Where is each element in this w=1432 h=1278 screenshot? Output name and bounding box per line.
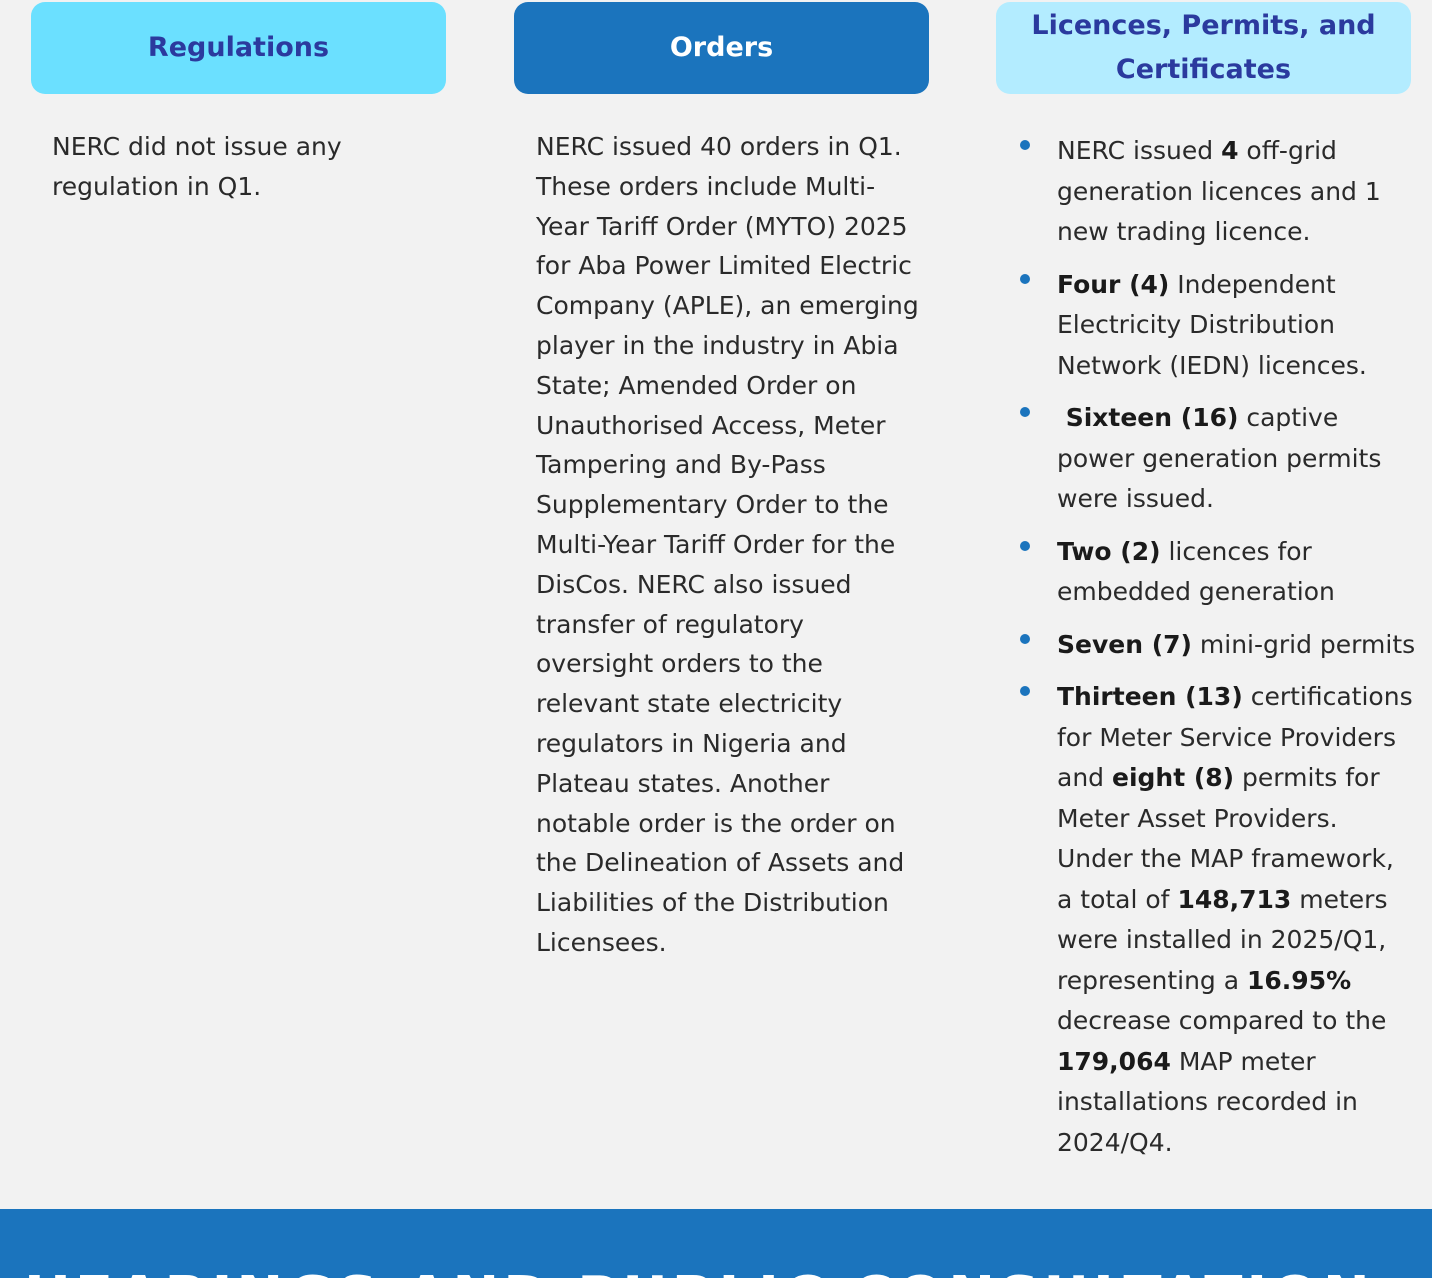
list-item: Thirteen (13) certifications for Meter S… — [1017, 677, 1417, 1163]
licences-header: Licences, Permits, and Certificates — [996, 2, 1411, 94]
regulations-header: Regulations — [31, 2, 446, 94]
list-item: NERC issued 4 off-grid generation licenc… — [1017, 131, 1417, 253]
licences-title: Licences, Permits, and Certificates — [1031, 10, 1376, 85]
list-item: Sixteen (16) captive power generation pe… — [1017, 398, 1417, 520]
regulations-title: Regulations — [147, 32, 330, 63]
regulations-text: NERC did not issue any regulation in Q1. — [52, 132, 342, 201]
bullet-icon — [1020, 540, 1030, 551]
bullet-icon — [1020, 273, 1030, 284]
section-heading: HEARINGS AND PUBLIC CONSULTATION — [24, 1265, 1374, 1278]
bullet-icon — [1020, 140, 1030, 150]
licences-list: NERC issued 4 off-grid generation licenc… — [1017, 131, 1417, 1175]
list-item: Two (2) licences for embedded generation — [1017, 532, 1417, 613]
bullet-icon — [1020, 407, 1030, 417]
list-item: Seven (7) mini-grid permits — [1017, 625, 1417, 666]
orders-header: Orders — [514, 2, 929, 94]
list-item: Four (4) Independent Electricity Distrib… — [1017, 265, 1417, 387]
orders-text: NERC issued 40 orders in Q1. These order… — [536, 132, 919, 957]
bullet-icon — [1020, 686, 1030, 696]
orders-title: Orders — [669, 32, 774, 63]
section-banner: HEARINGS AND PUBLIC CONSULTATION — [0, 1209, 1432, 1278]
bullet-icon — [1020, 633, 1030, 644]
